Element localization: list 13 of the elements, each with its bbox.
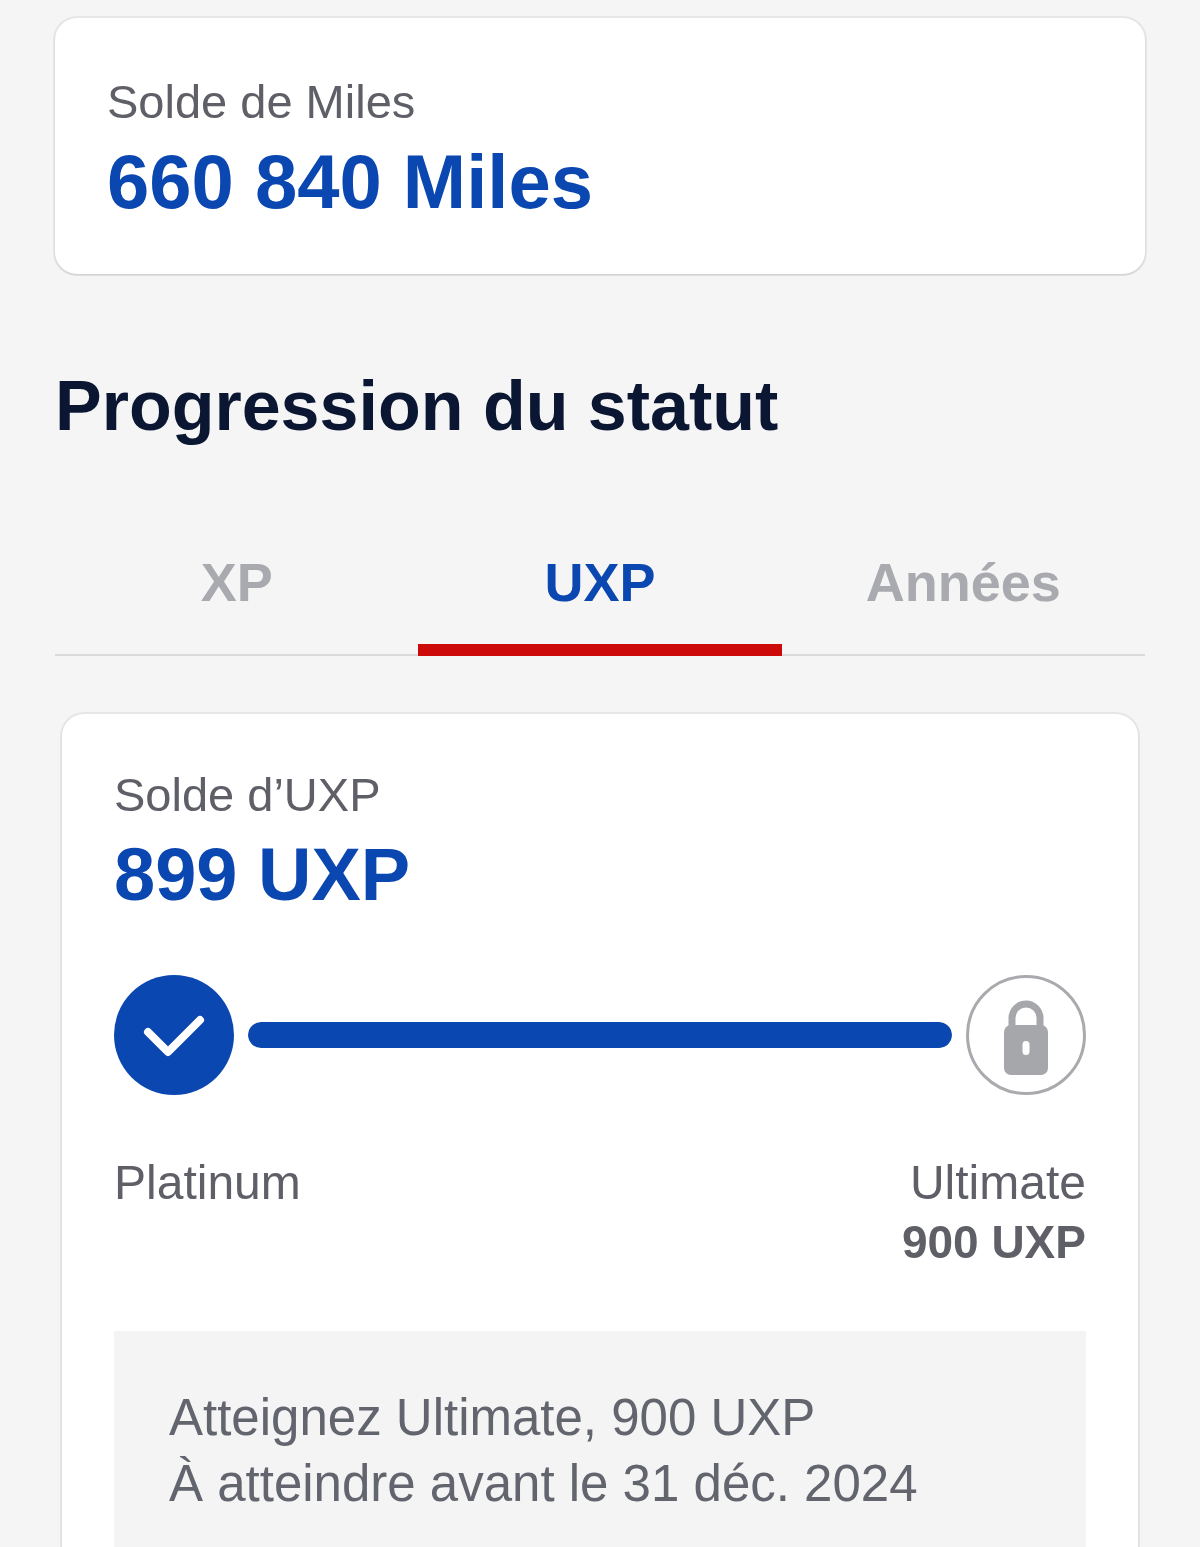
section-title: Progression du statut [55,366,780,447]
miles-value: 660 840 Miles [107,139,594,224]
info-text: Atteignez Ultimate, 900 UXP [169,1388,817,1448]
milestone-threshold: 900 UXP [901,1215,1086,1270]
milestone-label: Platinum [114,1155,301,1211]
tab[interactable]: XP [55,528,419,656]
balance-value: 899 UXP [114,832,412,917]
miles-label: Solde de Miles [107,74,417,129]
milestone-label: Ultimate [908,1155,1086,1211]
balance-label: Solde d’UXP [114,767,382,822]
info-text: À atteindre avant le 31 déc. 2024 [169,1454,919,1514]
tab[interactable]: UXP [418,528,782,656]
tab[interactable]: Années [781,528,1145,656]
